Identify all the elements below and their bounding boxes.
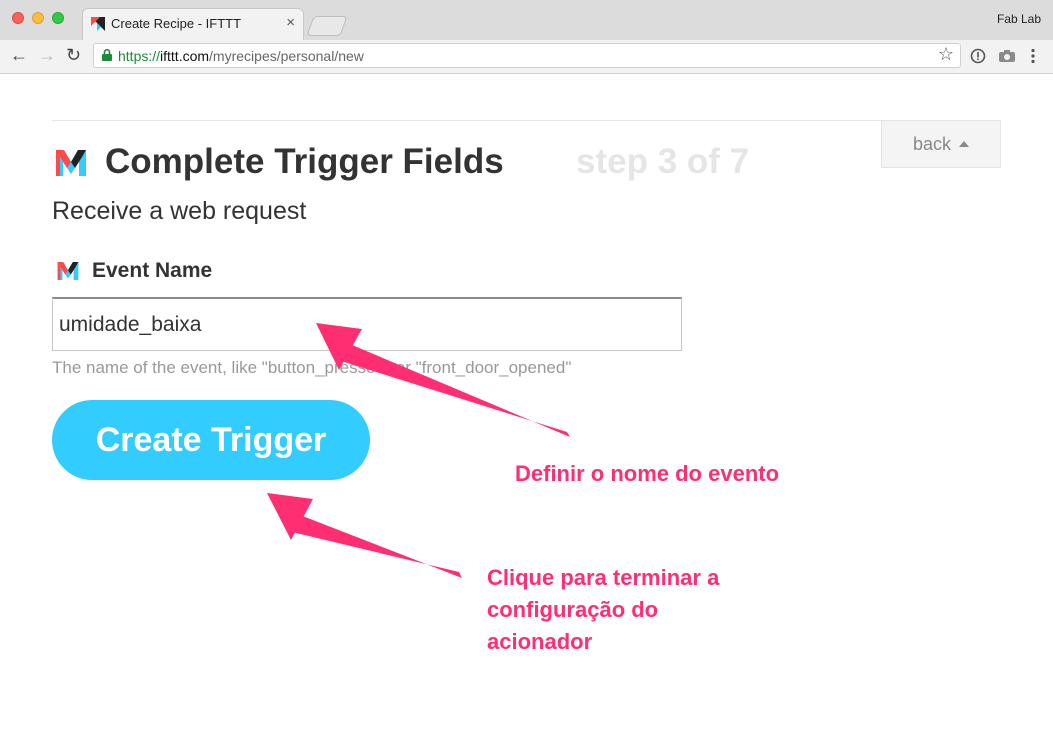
ifttt-favicon-icon (91, 17, 105, 31)
profile-name[interactable]: Fab Lab (997, 12, 1041, 26)
annotation-finish-line: acionador (487, 629, 593, 654)
header-divider (52, 120, 1001, 121)
create-trigger-button[interactable]: Create Trigger (52, 400, 370, 480)
url-text[interactable]: https://ifttt.com/myrecipes/personal/new (118, 48, 364, 64)
arrow-to-button (267, 493, 462, 578)
event-name-helper: The name of the event, like "button_pres… (52, 358, 572, 377)
minimize-window-button[interactable] (32, 12, 44, 24)
camera-icon[interactable] (998, 49, 1016, 63)
trigger-subtitle: Receive a web request (52, 197, 307, 225)
close-icon[interactable]: × (286, 14, 295, 31)
tab-title: Create Recipe - IFTTT (111, 16, 242, 31)
browser-toolbar: ← → ↻ https://ifttt.com/myrecipes/person… (0, 40, 1053, 74)
back-button[interactable]: back (881, 120, 1001, 168)
browser-titlebar: Create Recipe - IFTTT × Fab Lab (0, 0, 1053, 40)
close-window-button[interactable] (12, 12, 24, 24)
lock-icon (102, 49, 112, 61)
step-indicator: step 3 of 7 (576, 142, 750, 181)
triangle-up-icon (959, 141, 970, 147)
annotation-event-name: Definir o nome do evento (515, 461, 780, 486)
reload-icon[interactable]: ↻ (66, 45, 81, 66)
address-bar[interactable]: https://ifttt.com/myrecipes/personal/new… (93, 43, 961, 68)
menu-dots-icon[interactable] (1030, 48, 1036, 64)
new-tab-button[interactable] (306, 16, 348, 36)
annotation-finish-line: configuração do (487, 597, 659, 622)
star-icon[interactable]: ☆ (938, 44, 954, 65)
maximize-window-button[interactable] (52, 12, 64, 24)
browser-tab-active[interactable]: Create Recipe - IFTTT × (82, 8, 304, 40)
back-arrow-icon[interactable]: ← (10, 45, 28, 66)
event-name-label: Event Name (92, 259, 213, 282)
forward-arrow-icon[interactable]: → (38, 45, 56, 66)
annotation-finish: Clique para terminar a configuração do a… (487, 562, 719, 658)
page-title: Complete Trigger Fields (105, 142, 504, 181)
annotation-finish-line: Clique para terminar a (487, 565, 720, 590)
maker-logo-icon (56, 150, 86, 176)
back-label: back (912, 133, 952, 154)
event-name-input[interactable] (52, 297, 682, 351)
maker-logo-icon (57, 262, 79, 280)
info-extension-icon[interactable] (970, 48, 986, 64)
